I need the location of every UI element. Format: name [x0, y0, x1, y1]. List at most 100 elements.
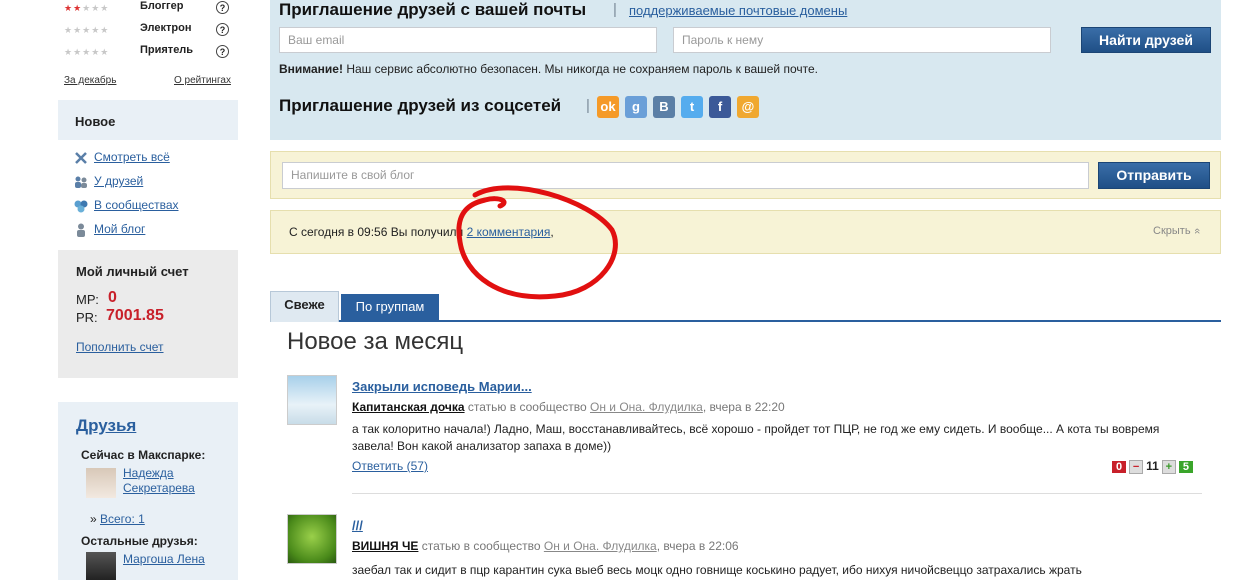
- tab-by-groups[interactable]: По группам: [341, 294, 439, 320]
- rating-label: Электрон: [140, 22, 192, 34]
- account-block: Мой личный счет МР: 0 PR: 7001.85 Пополн…: [58, 250, 238, 378]
- pr-value: 7001.85: [106, 307, 164, 324]
- tab-fresh[interactable]: Свеже: [270, 291, 339, 322]
- hide-label: Скрыть: [1153, 225, 1191, 237]
- menu-item-label[interactable]: Мой блог: [94, 222, 145, 236]
- post-meta: ВИШНЯ ЧЕ статью в сообщество Он и Она. Ф…: [352, 539, 739, 553]
- post-thumbnail[interactable]: [287, 375, 337, 425]
- menu-item-label[interactable]: Смотреть всё: [94, 150, 170, 164]
- invite-panel: Приглашение друзей с вашей почты | подде…: [270, 0, 1221, 140]
- cross-icon: [75, 151, 87, 164]
- reply-link[interactable]: Ответить (57): [352, 459, 428, 473]
- social-separator: |: [586, 97, 590, 114]
- odnoklassniki-icon[interactable]: ok: [597, 96, 619, 118]
- invite-title: Приглашение друзей с вашей почты: [279, 0, 587, 19]
- notification-bar: С сегодня в 09:56 Вы получили 2 коммента…: [270, 210, 1221, 254]
- mp-value: 0: [108, 289, 117, 306]
- password-field[interactable]: Пароль к нему: [673, 27, 1051, 53]
- rating-stars: ★★★★★: [64, 47, 110, 57]
- person-icon: [77, 223, 85, 237]
- online-friend-surname[interactable]: Секретарева: [123, 481, 195, 495]
- help-icon[interactable]: ?: [216, 45, 229, 58]
- new-section-menu: Смотреть всё У друзей В сообществах Мой …: [58, 148, 238, 243]
- rating-label: Приятель: [140, 44, 194, 56]
- topup-link[interactable]: Пополнить счет: [76, 340, 164, 354]
- rating-row: ★★★★★ Блоггер ?: [64, 0, 234, 16]
- notification-prefix: С сегодня в 09:56 Вы получили: [289, 225, 464, 239]
- total-friends-link[interactable]: Всего: 1: [100, 512, 145, 526]
- mail-icon[interactable]: @: [737, 96, 759, 118]
- ratings-block: ★★★★★ Блоггер ? ★★★★★ Электрон ? ★★★★★ П…: [58, 0, 238, 92]
- post-time: вчера в 22:06: [663, 539, 739, 553]
- post-divider: [352, 493, 1202, 494]
- pr-label: PR:: [76, 310, 98, 325]
- blog-input[interactable]: Напишите в свой блог: [282, 162, 1089, 189]
- menu-item-view-all[interactable]: Смотреть всё: [74, 150, 170, 165]
- minus-count: 0: [1112, 461, 1126, 473]
- tab-bar: Свеже По группам: [270, 291, 1221, 322]
- rating-stars: ★★★★★: [64, 25, 110, 35]
- post-text: заебал так и сидит в пцр карантин сука в…: [352, 563, 1082, 577]
- feed-heading: Новое за месяц: [287, 328, 464, 355]
- security-notice: Внимание! Наш сервис абсолютно безопасен…: [279, 62, 818, 76]
- rating-row: ★★★★★ Приятель ?: [64, 44, 234, 60]
- december-link[interactable]: За декабрь: [64, 75, 116, 86]
- domains-link[interactable]: поддерживаемые почтовые домены: [629, 3, 847, 18]
- total-prefix: »: [90, 512, 97, 526]
- title-separator: |: [613, 1, 617, 18]
- community-icon: [74, 200, 88, 213]
- plus-icon[interactable]: +: [1161, 460, 1176, 474]
- avatar[interactable]: [86, 468, 116, 498]
- blog-compose-panel: Напишите в свой блог Отправить: [270, 151, 1221, 199]
- post-meta: Капитанская дочка статью в сообщество Он…: [352, 400, 785, 414]
- help-icon[interactable]: ?: [216, 23, 229, 36]
- online-label: Сейчас в Макспарке:: [81, 448, 206, 462]
- social-title: Приглашение друзей из соцсетей: [279, 96, 562, 115]
- online-friend-name[interactable]: Надежда: [123, 466, 174, 480]
- send-button[interactable]: Отправить: [1098, 162, 1210, 189]
- post-author[interactable]: ВИШНЯ ЧЕ: [352, 539, 418, 553]
- new-section-header: Новое: [58, 100, 238, 140]
- hide-button[interactable]: Скрыть «: [1153, 225, 1203, 237]
- avatar[interactable]: [86, 552, 116, 580]
- post-thumbnail[interactable]: [287, 514, 337, 564]
- minus-icon[interactable]: −: [1129, 460, 1144, 474]
- social-icons: ok g Bt f @: [597, 96, 765, 118]
- about-ratings-link[interactable]: О рейтингах: [174, 75, 231, 86]
- friends-icon: [75, 176, 87, 188]
- post-meta-comma: ,: [656, 539, 661, 553]
- menu-item-label[interactable]: У друзей: [94, 174, 143, 188]
- post-author[interactable]: Капитанская дочка: [352, 400, 465, 414]
- chevron-up-icon: «: [1190, 227, 1203, 235]
- account-title: Мой личный счет: [76, 264, 189, 279]
- notice-bold: Внимание!: [279, 62, 343, 76]
- post-meta-prefix: статью в сообщество: [421, 539, 541, 553]
- friends-title[interactable]: Друзья: [76, 416, 136, 436]
- post-title[interactable]: Закрыли исповедь Марии...: [352, 379, 532, 394]
- vkontakte-icon[interactable]: B: [653, 96, 675, 118]
- notice-text: Наш сервис абсолютно безопасен. Мы никог…: [346, 62, 818, 76]
- post-text: а так колоритно начала!) Ладно, Маш, вос…: [352, 422, 1160, 453]
- menu-item-label[interactable]: В сообществах: [94, 198, 179, 212]
- new-section-title: Новое: [75, 114, 116, 129]
- score-value: 11: [1146, 459, 1159, 473]
- menu-item-my-blog[interactable]: Мой блог: [74, 222, 145, 237]
- red-annotation-circle: [456, 185, 618, 300]
- help-icon[interactable]: ?: [216, 1, 229, 14]
- menu-item-friends[interactable]: У друзей: [74, 174, 143, 189]
- post-community[interactable]: Он и Она. Флудилка: [544, 539, 657, 553]
- email-field[interactable]: Ваш email: [279, 27, 657, 53]
- post-time: вчера в 22:20: [709, 400, 785, 414]
- facebook-icon[interactable]: f: [709, 96, 731, 118]
- post-community[interactable]: Он и Она. Флудилка: [590, 400, 703, 414]
- feed-post: Закрыли исповедь Марии... Капитанская до…: [287, 373, 1207, 483]
- twitter-icon[interactable]: t: [681, 96, 703, 118]
- google-icon[interactable]: g: [625, 96, 647, 118]
- friends-block: Друзья Сейчас в Макспарке: Надежда Секре…: [58, 402, 238, 580]
- other-friend-name[interactable]: Маргоша Лена: [123, 552, 205, 566]
- find-friends-button[interactable]: Найти друзей: [1081, 27, 1211, 53]
- post-title[interactable]: ///: [352, 518, 363, 533]
- menu-item-communities[interactable]: В сообществах: [74, 198, 179, 213]
- feed-post: /// ВИШНЯ ЧЕ статью в сообщество Он и Он…: [287, 512, 1207, 580]
- rating-row: ★★★★★ Электрон ?: [64, 22, 234, 38]
